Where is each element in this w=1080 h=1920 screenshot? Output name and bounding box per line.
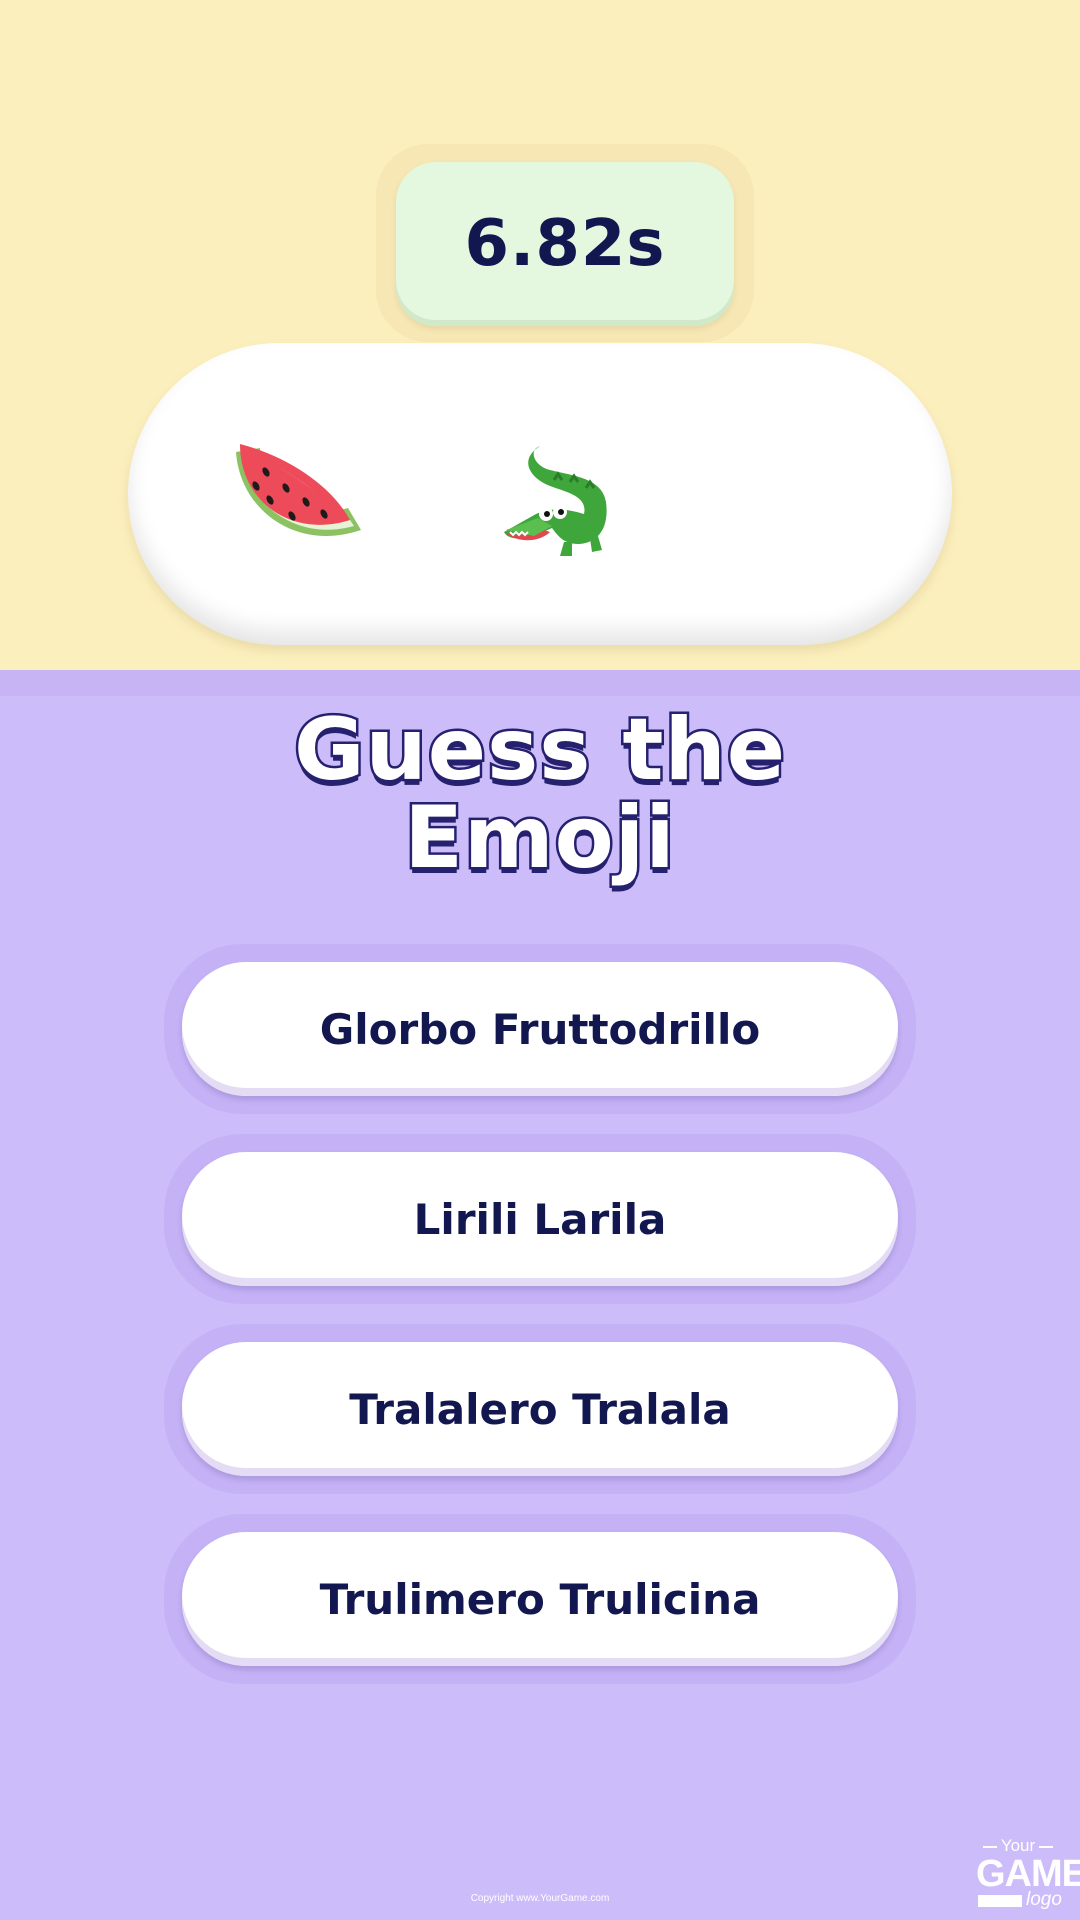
timer-box: 6.82s (396, 162, 734, 326)
area-divider (0, 670, 1080, 696)
logo-bar (978, 1895, 1022, 1907)
answer-option-2[interactable]: Lirili Larila (182, 1152, 898, 1286)
logo-main-text: GAME (976, 1853, 1080, 1895)
game-logo: Your GAME logo (972, 1836, 1080, 1910)
crocodile-icon (504, 446, 607, 556)
title-line-2: Emoji (402, 788, 677, 888)
copyright-text: Copyright www.YourGame.com (470, 1893, 610, 1904)
timer-text: 6.82s (464, 207, 666, 281)
title-line-1: Guess the (291, 700, 787, 800)
watermelon-icon (236, 444, 361, 536)
logo-sub-text: logo (1026, 1889, 1062, 1910)
answer-option-1[interactable]: Glorbo Fruttodrillo (182, 962, 898, 1096)
answer-option-3[interactable]: Tralalero Tralala (182, 1342, 898, 1476)
page-title: Guess the Emoji (0, 700, 1080, 888)
answer-option-4[interactable]: Trulimero Trulicina (182, 1532, 898, 1666)
